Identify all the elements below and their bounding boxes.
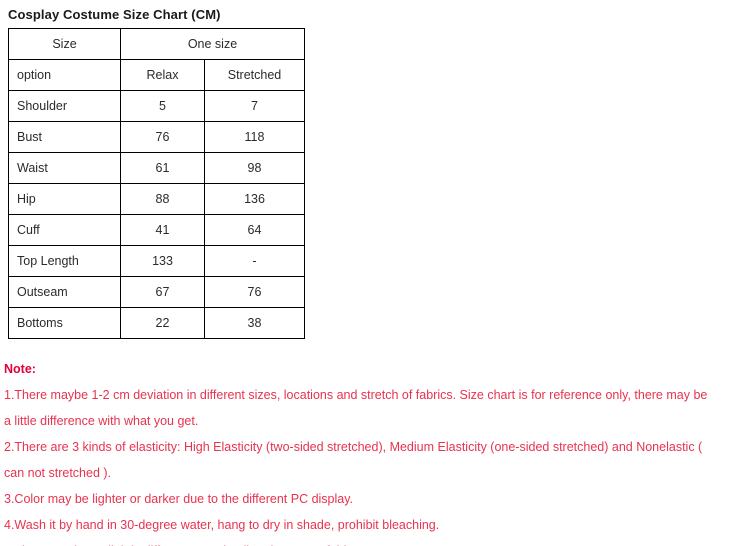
table-row: Shoulder 5 7: [8, 90, 305, 122]
note-line: 3.Color may be lighter or darker due to …: [4, 492, 354, 506]
table-header-row-top: Size One size: [8, 28, 305, 60]
size-chart-table: Size One size option Relax Stretched Sho…: [8, 28, 305, 339]
note-line: 2.There are 3 kinds of elasticity: High …: [4, 440, 703, 454]
row-stretched-value: 7: [204, 90, 305, 122]
table-row: Top Length 133 -: [8, 245, 305, 277]
page-title: Cosplay Costume Size Chart (CM): [8, 7, 221, 22]
row-stretched-value: 118: [204, 121, 305, 153]
row-stretched-value: 64: [204, 214, 305, 246]
table-row: Outseam 67 76: [8, 276, 305, 308]
row-relax-value: 133: [120, 245, 205, 277]
row-label: Bust: [8, 121, 121, 153]
row-relax-value: 76: [120, 121, 205, 153]
row-stretched-value: 76: [204, 276, 305, 308]
table-row: Bust 76 118: [8, 121, 305, 153]
header-option: option: [8, 59, 121, 91]
row-stretched-value: -: [204, 245, 305, 277]
row-label: Shoulder: [8, 90, 121, 122]
header-relax: Relax: [120, 59, 205, 91]
row-label: Cuff: [8, 214, 121, 246]
table-row: Hip 88 136: [8, 183, 305, 215]
notes-section: Note: 1.There maybe 1-2 cm deviation in …: [4, 356, 744, 546]
row-relax-value: 61: [120, 152, 205, 184]
table-row: Bottoms 22 38: [8, 307, 305, 339]
table-row: Cuff 41 64: [8, 214, 305, 246]
row-label: Hip: [8, 183, 121, 215]
row-label: Top Length: [8, 245, 121, 277]
notes-heading: Note:: [4, 362, 36, 376]
row-stretched-value: 38: [204, 307, 305, 339]
row-relax-value: 41: [120, 214, 205, 246]
size-table-container: Size One size option Relax Stretched Sho…: [8, 28, 305, 339]
note-line: 5.There maybe a slightly difference on d…: [4, 538, 744, 546]
header-stretched: Stretched: [204, 59, 305, 91]
row-label: Bottoms: [8, 307, 121, 339]
note-line: 1.There maybe 1-2 cm deviation in differ…: [4, 388, 708, 402]
row-relax-value: 67: [120, 276, 205, 308]
note-line: 4.Wash it by hand in 30-degree water, ha…: [4, 518, 440, 532]
row-relax-value: 5: [120, 90, 205, 122]
header-size: Size: [8, 28, 121, 60]
size-chart-page: Cosplay Costume Size Chart (CM) Size One…: [0, 0, 746, 546]
note-line: can not stretched ).: [4, 466, 112, 480]
table-row: Waist 61 98: [8, 152, 305, 184]
header-one-size: One size: [120, 28, 305, 60]
row-stretched-value: 98: [204, 152, 305, 184]
row-relax-value: 88: [120, 183, 205, 215]
row-relax-value: 22: [120, 307, 205, 339]
note-line: a little difference with what you get.: [4, 414, 199, 428]
table-header-row-sub: option Relax Stretched: [8, 59, 305, 91]
row-stretched-value: 136: [204, 183, 305, 215]
row-label: Outseam: [8, 276, 121, 308]
row-label: Waist: [8, 152, 121, 184]
